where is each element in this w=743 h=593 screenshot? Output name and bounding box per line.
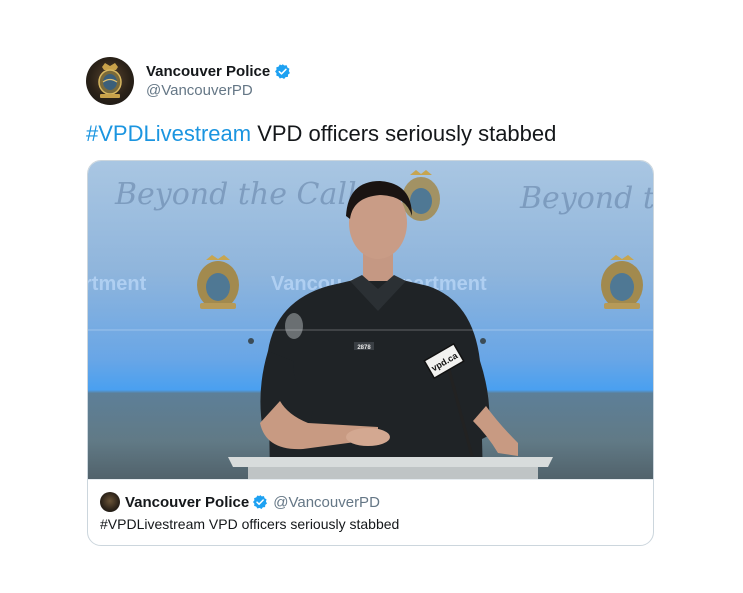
crest-icon (402, 170, 440, 221)
crest-icon (197, 255, 239, 309)
video-thumbnail[interactable]: Beyond the Call Beyond th rtment Vancou … (88, 161, 653, 479)
tweet-body: VPD officers seriously stabbed (251, 121, 557, 146)
handle[interactable]: @VancouverPD (146, 82, 291, 99)
display-name[interactable]: Vancouver Police (146, 63, 270, 80)
crest-icon (601, 255, 643, 309)
quoted-handle: @VancouverPD (273, 493, 380, 511)
quoted-tweet-header: Vancouver Police @VancouverPD (100, 492, 380, 512)
hashtag-link[interactable]: #VPDLivestream (86, 121, 251, 146)
tweet-header: Vancouver Police @VancouverPD (86, 56, 291, 106)
tweet-embed: Vancouver Police @VancouverPD #VPDLivest… (0, 0, 743, 593)
police-crest-icon (98, 63, 122, 98)
quoted-avatar (100, 492, 120, 512)
verified-badge-icon (275, 64, 291, 79)
tweet-text: #VPDLivestream VPD officers seriously st… (86, 121, 556, 147)
account-names: Vancouver Police @VancouverPD (146, 63, 291, 99)
quoted-display-name: Vancouver Police (125, 493, 250, 511)
name-row: Vancouver Police (146, 63, 291, 80)
quoted-media-card[interactable]: Beyond the Call Beyond th rtment Vancou … (87, 160, 654, 546)
quoted-tweet-text: #VPDLivestream VPD officers seriously st… (100, 516, 400, 532)
quoted-tweet[interactable]: Vancouver Police @VancouverPD #VPDLivest… (88, 479, 653, 545)
badge-number-text: 2878 (357, 345, 371, 351)
avatar[interactable] (86, 57, 134, 105)
press-conference-scene: 2878 vpd.ca (88, 170, 653, 479)
verified-badge-icon (253, 495, 268, 509)
